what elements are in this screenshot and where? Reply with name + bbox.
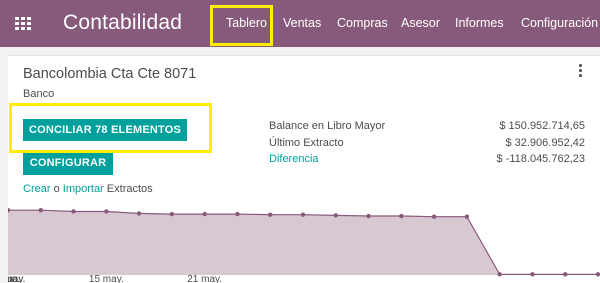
- chart-point: [202, 211, 207, 217]
- highlight-box-reconcile: [9, 103, 212, 153]
- chart-point: [464, 214, 470, 219]
- last-statement-value: $ 32.906.952,42: [505, 137, 585, 149]
- menu-ventas[interactable]: Ventas: [283, 16, 321, 30]
- ledger-balance-label: Balance en Libro Mayor: [269, 120, 386, 132]
- chart-point: [300, 212, 306, 217]
- link-connector: o: [53, 183, 60, 195]
- top-navbar: Contabilidad Tablero Ventas Compras Ases…: [0, 0, 600, 47]
- chart-point: [399, 213, 404, 219]
- difference-value: $ -118.045.762,23: [496, 153, 585, 165]
- menu-asesor[interactable]: Asesor: [401, 16, 440, 30]
- chart-x-ticks: 15 may.21 may.26 may.28 may.1 jun.5 jun.…: [8, 274, 222, 283]
- highlight-box-tablero: [210, 5, 273, 46]
- chart-point: [431, 214, 437, 219]
- menu-configuracion[interactable]: Configuración: [521, 16, 598, 30]
- chart-point: [71, 209, 76, 214]
- x-tick-label: 21 may.: [187, 274, 222, 283]
- statements-links: Crear o Importar Extractos: [23, 183, 153, 195]
- journal-type: Banco: [23, 88, 55, 100]
- chart-area-fill: [8, 210, 598, 275]
- chart-point: [136, 211, 142, 216]
- x-tick-label: 9 jun.: [8, 274, 20, 283]
- chart-point: [38, 207, 43, 213]
- configure-button[interactable]: CONFIGURAR: [23, 151, 113, 175]
- last-statement-label: Último Extracto: [269, 137, 344, 149]
- chart-point: [333, 213, 338, 218]
- import-link[interactable]: Importar: [63, 183, 104, 195]
- apps-menu-icon[interactable]: [15, 17, 31, 31]
- chart-point: [268, 212, 273, 217]
- chart-point: [366, 213, 371, 219]
- app-title[interactable]: Contabilidad: [63, 11, 182, 35]
- menu-compras[interactable]: Compras: [337, 16, 388, 30]
- balance-chart: 15 may.21 may.26 may.28 may.1 jun.5 jun.…: [8, 207, 600, 283]
- chart-point: [530, 272, 535, 277]
- kebab-menu-icon[interactable]: [578, 64, 582, 78]
- journal-card: Bancolombia Cta Cte 8071 Banco CONCILIAR…: [8, 55, 600, 283]
- chart-point: [235, 211, 240, 217]
- menu-informes[interactable]: Informes: [455, 16, 504, 30]
- create-link[interactable]: Crear: [23, 183, 51, 195]
- journal-title[interactable]: Bancolombia Cta Cte 8071: [23, 66, 196, 82]
- chart-point: [497, 272, 502, 277]
- x-tick-label: 15 may.: [89, 274, 124, 283]
- statements-text: Extractos: [106, 183, 153, 195]
- chart-point: [563, 272, 568, 277]
- ledger-balance-value: $ 150.952.714,65: [499, 120, 585, 132]
- difference-label[interactable]: Diferencia: [269, 153, 319, 165]
- chart-point: [595, 272, 600, 277]
- chart-point: [169, 211, 175, 217]
- chart-point: [104, 209, 109, 214]
